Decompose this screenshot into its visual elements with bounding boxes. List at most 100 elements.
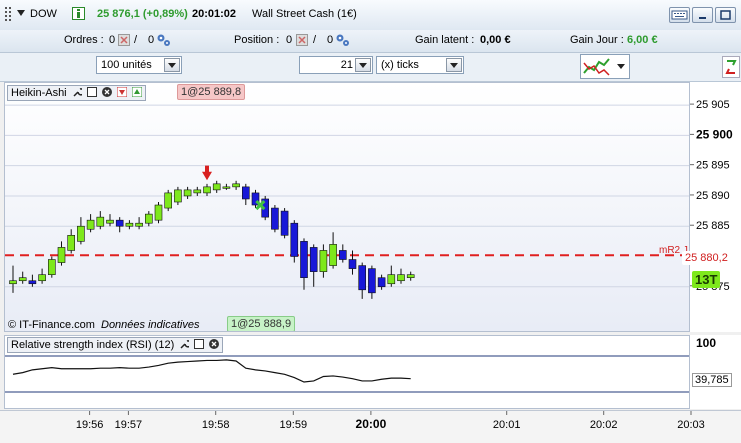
candle-bear: [300, 241, 308, 278]
day-gain-label: Gain Jour :: [570, 34, 624, 46]
rsi-close-icon[interactable]: [209, 339, 220, 349]
orders-settings-icon[interactable]: [156, 33, 172, 50]
candle-bull: [67, 235, 76, 251]
buy-order-tag[interactable]: 1@25 888,9: [227, 316, 296, 331]
candle-bear: [377, 277, 386, 288]
rsi-upper-label: 100: [696, 336, 717, 350]
position-separator: /: [313, 34, 317, 46]
candle-bull: [154, 204, 163, 221]
indicative-note: Données indicatives: [101, 319, 200, 331]
latent-gain-label: Gain latent :: [415, 34, 475, 46]
candle-bear: [115, 219, 124, 227]
price-chart[interactable]: Heikin-Ashi 1@25 889,8 1@25 888,9 © IT-F…: [4, 82, 690, 332]
candle-bull: [18, 277, 27, 282]
candle-bear: [368, 268, 376, 294]
candle-bull: [174, 189, 182, 203]
ticks-spinner[interactable]: 21: [299, 56, 373, 74]
candle-bull: [135, 222, 143, 227]
sell-order-tag[interactable]: 1@25 889,8: [177, 84, 246, 100]
rsi-panel[interactable]: Relative strength index (RSI) (12): [4, 335, 690, 409]
candle-bear: [358, 265, 367, 291]
minimize-icon[interactable]: [692, 7, 713, 23]
units-dropdown-icon[interactable]: [164, 58, 180, 72]
x-tick-label: 19:56: [76, 419, 104, 431]
day-gain-value: 6,00 €: [627, 34, 658, 46]
y-tick-label: 25 905: [696, 99, 730, 111]
time-axis-ticks: 19:56 19:57 19:58 19:59 20:00 20:01 20:02 20:03: [76, 411, 705, 431]
candle-bear: [290, 222, 299, 257]
candle-bear: [348, 259, 357, 269]
candle-bear: [338, 250, 347, 260]
level-value-tag: 25 880,2: [682, 251, 731, 265]
drag-handle-icon[interactable]: [3, 6, 17, 22]
candle-bull: [406, 274, 415, 278]
price-axis: 25 90525 90025 89525 89025 88525 875 25 …: [682, 82, 741, 332]
rsi-header: Relative strength index (RSI) (12): [7, 337, 224, 353]
instrument-name[interactable]: DOW: [30, 8, 57, 20]
candle-bear: [309, 247, 318, 272]
maximize-icon[interactable]: [715, 7, 736, 23]
units-select[interactable]: 100 unités: [96, 56, 182, 74]
wrench-icon[interactable]: [72, 87, 85, 97]
units-select-value: 100 unités: [101, 59, 152, 71]
candle-bull: [329, 244, 337, 266]
orders-label: Ordres :: [64, 34, 104, 46]
chart-type-label: Heikin-Ashi: [11, 87, 67, 99]
move-down-icon[interactable]: [116, 86, 128, 98]
candle-bull: [86, 219, 95, 230]
refresh-arrows-icon[interactable]: [722, 56, 740, 78]
order-controls: 100 unités 21 (x) ticks: [0, 53, 741, 82]
candle-bull: [183, 189, 192, 197]
rsi-current-value: 39,785: [692, 373, 732, 387]
orders-count: 0: [109, 34, 116, 46]
x-tick-label: 20:01: [493, 419, 521, 431]
x-tick-label: 20:00: [356, 417, 387, 431]
close-position-icon[interactable]: [296, 34, 308, 49]
ticks-unit-value: (x) ticks: [381, 59, 419, 71]
position-value: 0: [286, 34, 293, 46]
ticks-unit-select[interactable]: (x) ticks: [376, 56, 464, 74]
move-up-icon[interactable]: [131, 86, 143, 98]
close-indicator-icon[interactable]: [101, 87, 112, 97]
candle-bull: [96, 216, 105, 227]
cancel-orders-icon[interactable]: [118, 34, 130, 49]
window-icon[interactable]: [86, 87, 97, 97]
candle-bear: [242, 186, 250, 200]
candle-bull: [77, 225, 85, 242]
candle-bear: [271, 207, 279, 230]
price-axis-ticks: 25 90525 90025 89525 89025 88525 875: [690, 99, 733, 293]
candle-bull: [164, 192, 172, 209]
ticks-spinner-icon[interactable]: [355, 58, 371, 72]
instrument-dropdown-icon[interactable]: [16, 8, 26, 21]
x-tick-label: 20:03: [677, 419, 705, 431]
candle-bear: [28, 280, 37, 285]
ticks-unit-dropdown-icon[interactable]: [446, 58, 462, 72]
ticks-value: 21: [340, 59, 353, 71]
candle-bull: [319, 250, 328, 272]
sell-arrow-icon: [202, 165, 212, 181]
candle-bull: [57, 247, 66, 263]
info-icon[interactable]: [72, 7, 85, 20]
time-axis: 19:56 19:57 19:58 19:59 20:00 20:01 20:02 20:03: [0, 410, 741, 443]
candle-bull: [125, 222, 134, 227]
candle-bull: [397, 274, 405, 282]
y-tick-label: 25 900: [696, 127, 733, 141]
market-name: Wall Street Cash (1€): [252, 8, 357, 20]
price-chart-canvas: [5, 104, 689, 299]
candle-bull: [232, 183, 240, 188]
rsi-wrench-icon[interactable]: [179, 339, 193, 349]
chart-header: Heikin-Ashi: [7, 85, 146, 101]
strategy-chart-button[interactable]: [580, 54, 630, 79]
candle-bull: [193, 189, 202, 194]
candle-bull: [145, 213, 153, 224]
candle-bull: [9, 280, 17, 285]
y-tick-label: 25 895: [696, 160, 730, 172]
y-tick-label: 25 885: [696, 220, 730, 232]
keyboard-icon[interactable]: [669, 7, 690, 23]
position-settings-icon[interactable]: [335, 33, 351, 50]
mini-chart-icon: [583, 58, 625, 76]
price-change: 25 876,1 (+0,89%): [97, 8, 188, 20]
y-tick-label: 25 890: [696, 190, 730, 202]
rsi-window-icon[interactable]: [194, 339, 205, 349]
candle-bull: [38, 274, 46, 282]
